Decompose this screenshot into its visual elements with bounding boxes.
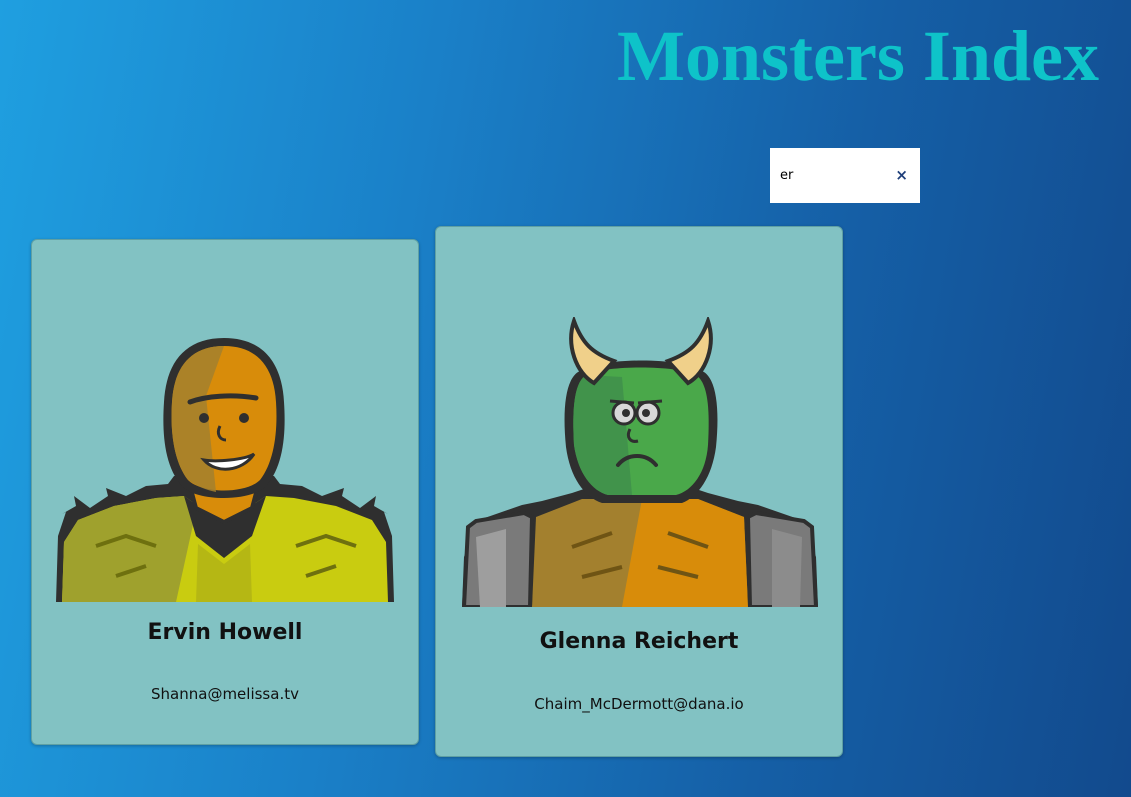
search-input[interactable] — [770, 148, 890, 203]
monster-card[interactable]: Glenna Reichert Chaim_McDermott@dana.io — [435, 226, 843, 757]
monster-email: Shanna@melissa.tv — [151, 685, 299, 703]
search-box[interactable]: × — [770, 148, 920, 203]
monster-card[interactable]: Ervin Howell Shanna@melissa.tv — [31, 239, 419, 745]
robot-avatar-icon — [462, 317, 818, 607]
monster-email: Chaim_McDermott@dana.io — [534, 695, 744, 713]
clear-search-icon[interactable]: × — [895, 166, 908, 184]
robot-avatar-icon — [56, 338, 394, 602]
monster-name: Ervin Howell — [147, 620, 303, 645]
monster-name: Glenna Reichert — [539, 629, 739, 654]
page-title: Monsters Index — [617, 16, 1099, 96]
